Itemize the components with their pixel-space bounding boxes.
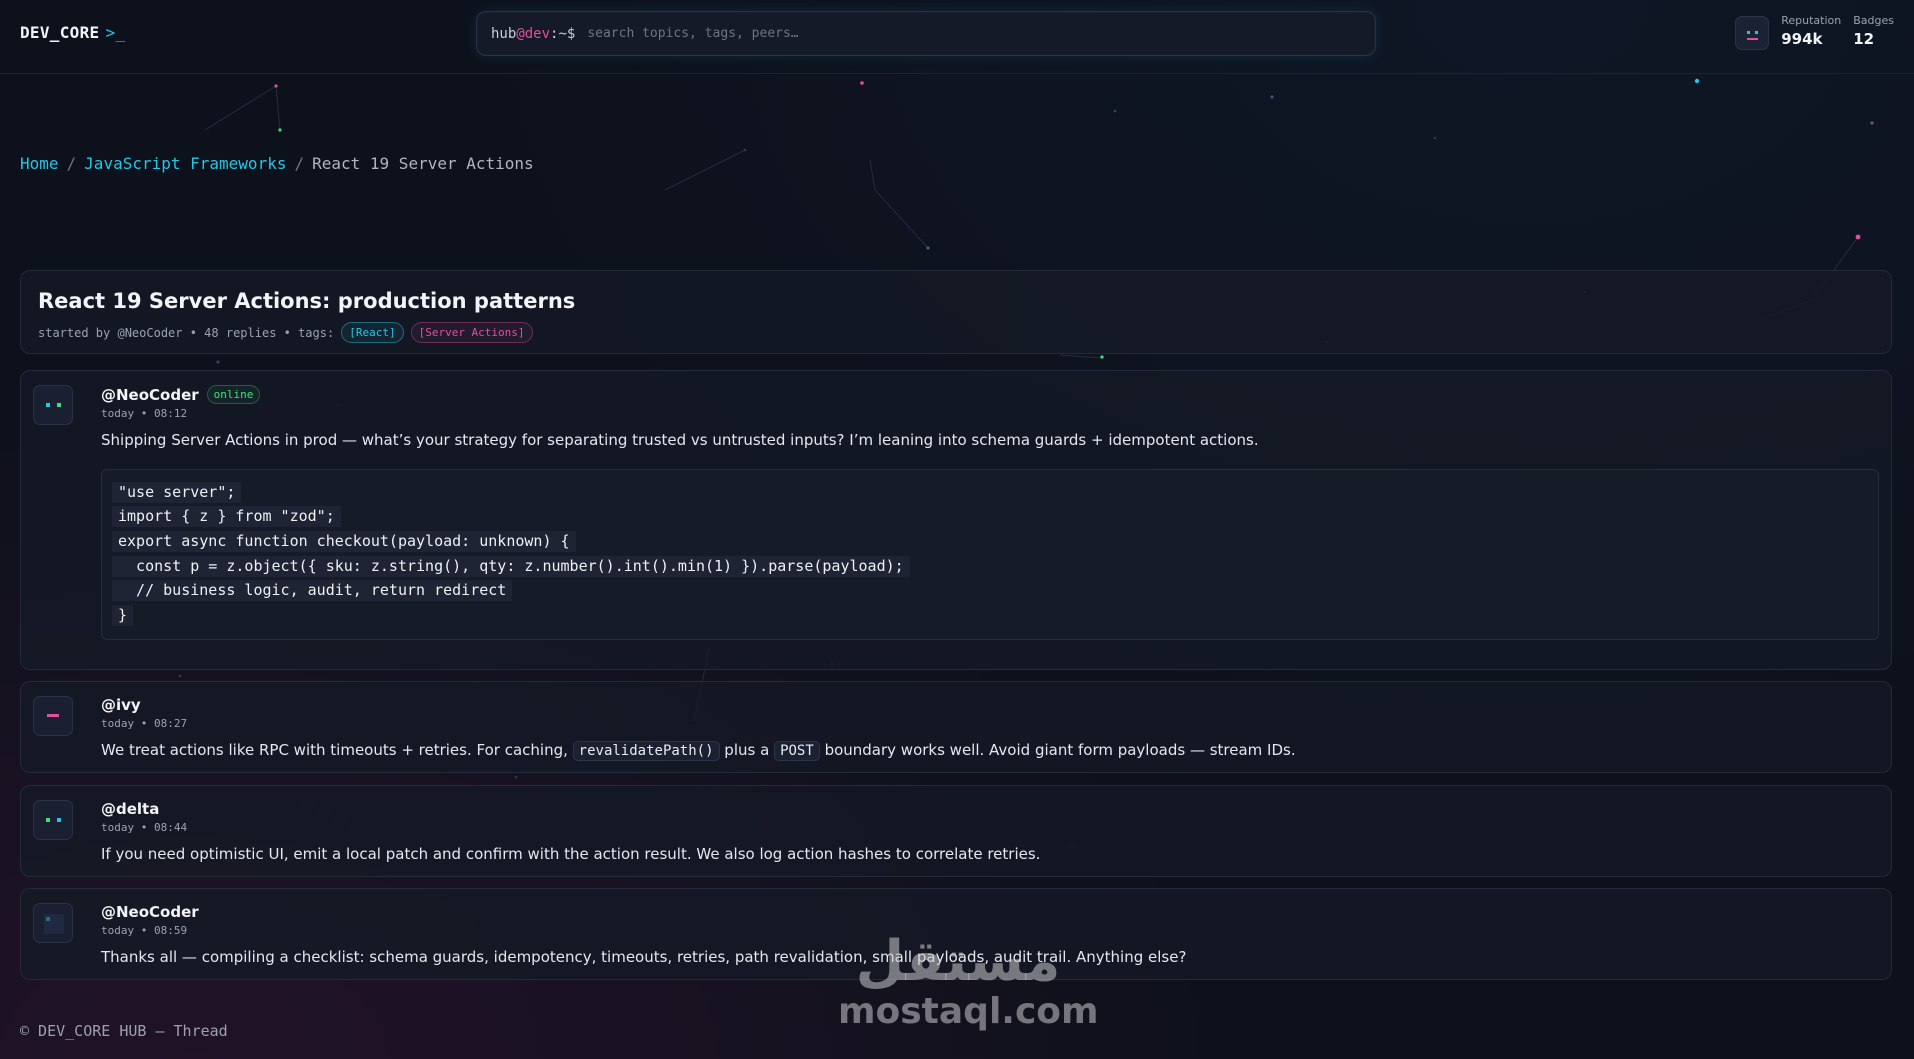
search-prompt-path: :~$ xyxy=(550,25,576,42)
avatar-icon[interactable] xyxy=(33,903,73,943)
post-time: today • 08:27 xyxy=(101,717,188,730)
post: @NeoCoder online today • 08:12 Shipping … xyxy=(20,370,1892,670)
post-author[interactable]: @ivy xyxy=(101,696,141,714)
logo-text: DEV_CORE xyxy=(20,23,100,42)
reputation-value: 994k xyxy=(1781,30,1823,48)
reputation-stat: Reputation 994k xyxy=(1781,14,1841,48)
post-author[interactable]: @NeoCoder xyxy=(101,903,199,921)
post-author[interactable]: @NeoCoder xyxy=(101,386,199,404)
search-prompt-host: @dev xyxy=(516,25,551,42)
post-body: @NeoCoder online today • 08:12 Shipping … xyxy=(101,385,1879,640)
post-time: today • 08:12 xyxy=(101,407,188,420)
post-author-row: @NeoCoder xyxy=(101,903,1879,921)
code-line: export async function checkout(payload: … xyxy=(112,529,1868,554)
thread-meta-text: started by @NeoCoder • 48 replies • tags… xyxy=(38,325,335,340)
footer: © DEV_CORE HUB — Thread xyxy=(20,1022,228,1040)
breadcrumb: Home / JavaScript Frameworks / React 19 Serv… xyxy=(20,154,534,173)
user-avatar-icon[interactable] xyxy=(1735,16,1770,50)
post-time: today • 08:44 xyxy=(101,821,188,834)
watermark-arabic: مستقل xyxy=(855,929,1061,994)
thread-header: React 19 Server Actions: production patt… xyxy=(20,270,1892,354)
search-input[interactable] xyxy=(587,18,1375,49)
search-prompt-user: hub xyxy=(491,25,517,42)
post-author-row: @NeoCoder online xyxy=(101,385,1879,404)
thread-meta: started by @NeoCoder • 48 replies • tags… xyxy=(38,322,1891,343)
badges-stat: Badges 12 xyxy=(1853,14,1894,48)
post-body: @ivy today • 08:27 We treat actions like… xyxy=(101,696,1879,762)
terminal-prompt-icon: >_ xyxy=(105,23,126,42)
watermark-latin: mostaql.com xyxy=(838,991,1099,1032)
badges-label: Badges xyxy=(1853,14,1894,27)
breadcrumb-home-link[interactable]: Home xyxy=(20,154,59,173)
code-line: const p = z.object({ sku: z.string(), qt… xyxy=(112,554,1868,579)
code-block: "use server"; import { z } from "zod"; e… xyxy=(101,469,1879,640)
code-line: // business logic, audit, return redirec… xyxy=(112,578,1868,603)
inline-code: POST xyxy=(774,741,820,761)
online-badge: online xyxy=(206,385,261,404)
tag-react[interactable]: [React] xyxy=(341,322,404,343)
avatar-icon[interactable] xyxy=(33,696,73,736)
breadcrumb-separator: / xyxy=(294,154,305,173)
inline-code: revalidatePath() xyxy=(572,741,720,761)
breadcrumb-separator: / xyxy=(66,154,77,173)
post-text: If you need optimistic UI, emit a local … xyxy=(101,845,1041,863)
watermark-logo: مستقل mostaql.com xyxy=(838,929,1099,1032)
post-author[interactable]: @delta xyxy=(101,800,159,818)
post: @delta today • 08:44 If you need optimis… xyxy=(20,785,1892,877)
code-line: } xyxy=(112,603,1868,628)
tag-server-actions[interactable]: [Server Actions] xyxy=(410,322,533,343)
logo[interactable]: DEV_CORE >_ xyxy=(20,23,125,42)
post-text: Shipping Server Actions in prod — what’s… xyxy=(101,431,1259,449)
avatar-icon[interactable] xyxy=(33,385,73,425)
avatar-icon[interactable] xyxy=(33,800,73,840)
search-bar[interactable]: hub @dev:~$ xyxy=(476,11,1376,56)
post-text: We treat actions like RPC with timeouts … xyxy=(101,741,1296,761)
post-body: @delta today • 08:44 If you need optimis… xyxy=(101,800,1879,865)
post: @ivy today • 08:27 We treat actions like… xyxy=(20,681,1892,773)
post-author-row: @ivy xyxy=(101,696,1879,714)
badges-value: 12 xyxy=(1853,30,1875,48)
breadcrumb-current: React 19 Server Actions xyxy=(312,154,534,173)
post-author-row: @delta xyxy=(101,800,1879,818)
top-bar: DEV_CORE >_ hub@dev:~$ Reputation 994k Ba… xyxy=(0,0,1914,74)
thread-title: React 19 Server Actions: production patt… xyxy=(38,289,576,313)
code-line: import { z } from "zod"; xyxy=(112,505,1868,530)
user-summary: Reputation 994k Badges 12 xyxy=(1735,14,1894,50)
code-line: "use server"; xyxy=(112,480,1868,505)
breadcrumb-category-link[interactable]: JavaScript Frameworks xyxy=(84,154,286,173)
reputation-label: Reputation xyxy=(1781,14,1842,27)
